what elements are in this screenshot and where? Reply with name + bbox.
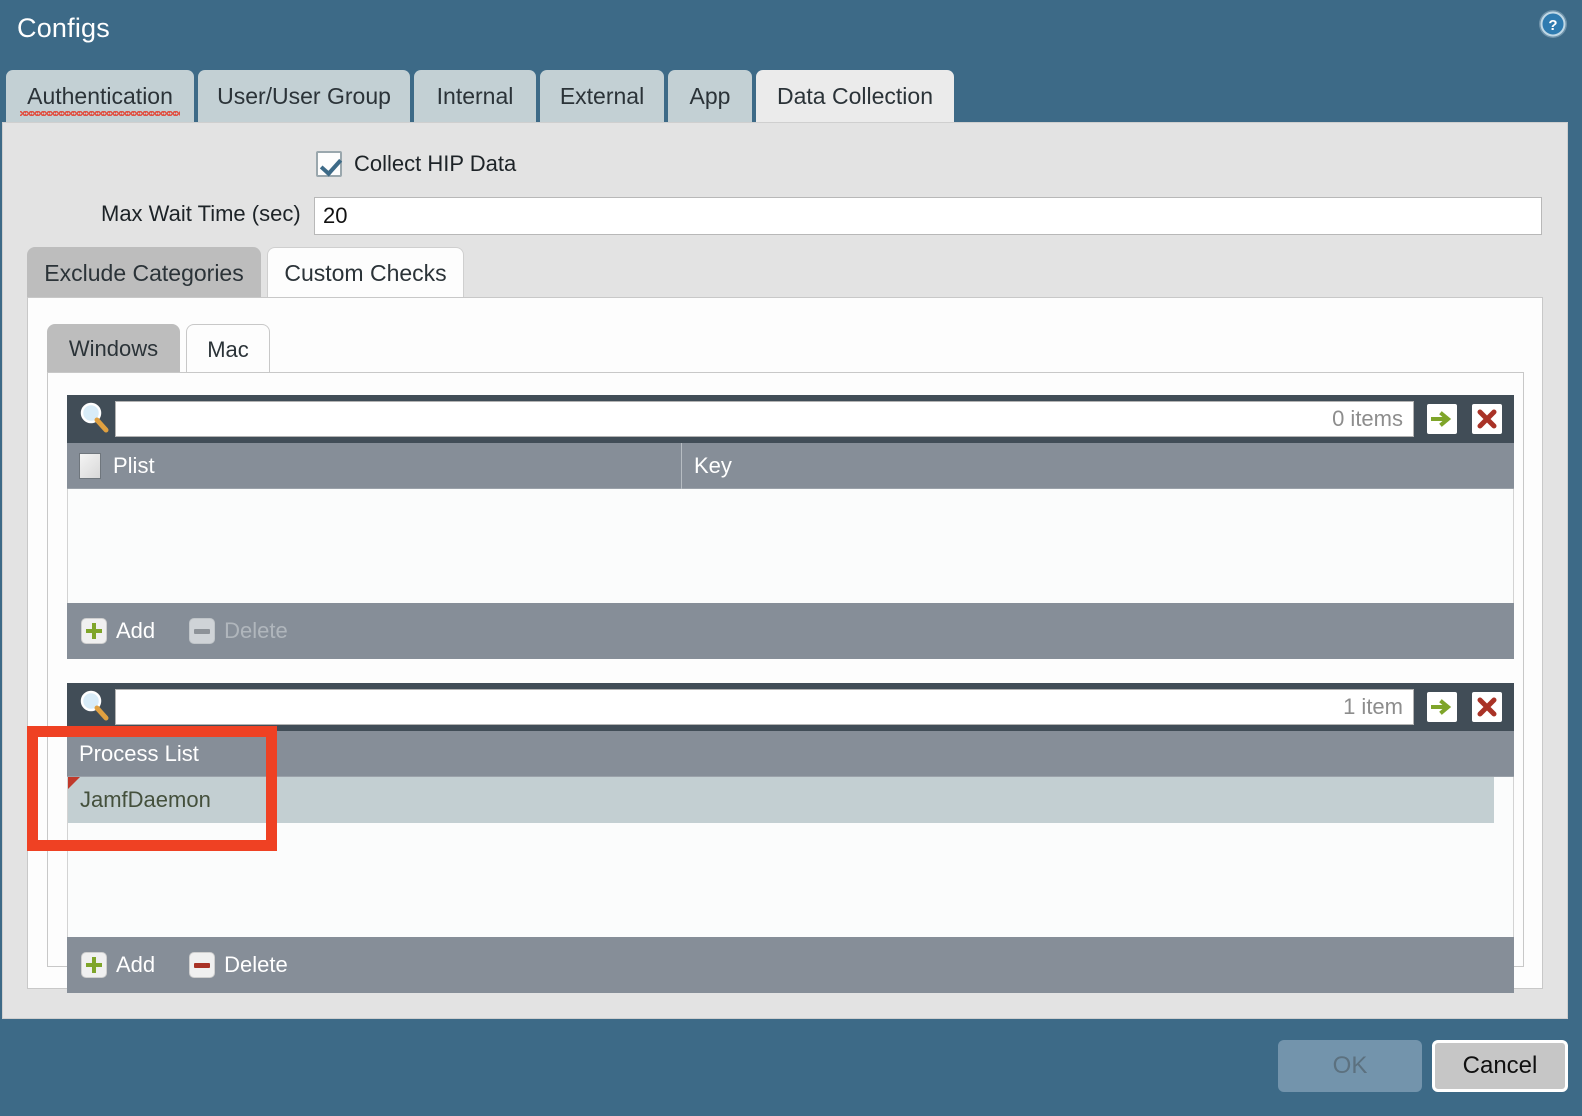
ok-button: OK (1278, 1040, 1422, 1092)
tab-data-collection[interactable]: Data Collection (756, 70, 954, 122)
process-delete-button[interactable]: Delete (189, 952, 288, 978)
os-tab-label: Windows (68, 336, 159, 361)
search-icon[interactable] (77, 399, 111, 439)
tab-external[interactable]: External (540, 70, 664, 122)
process-add-label: Add (116, 952, 156, 977)
collect-hip-data-row[interactable]: Collect HIP Data (316, 151, 516, 177)
tab-label: External (559, 82, 645, 109)
plist-grid-toolbar: 0 items (67, 395, 1514, 443)
arrow-right-icon[interactable] (1425, 402, 1459, 436)
process-list-grid-toolbar: 1 item (67, 683, 1514, 731)
column-header-plist[interactable]: Plist (101, 443, 681, 489)
close-x-icon[interactable] (1470, 402, 1504, 436)
process-list-grid-body[interactable]: JamfDaemon (67, 777, 1514, 937)
process-search-wrap: 1 item (73, 683, 1414, 731)
plist-grid-body[interactable] (67, 489, 1514, 603)
os-tab-label: Mac (207, 336, 249, 362)
process-add-button[interactable]: Add (81, 952, 155, 978)
tab-user-user-group[interactable]: User/User Group (198, 70, 410, 122)
tab-authentication[interactable]: Authentication (6, 70, 194, 122)
column-header-process-list[interactable]: Process List (67, 731, 1512, 777)
arrow-right-icon[interactable] (1425, 690, 1459, 724)
tab-label: Authentication (27, 82, 173, 109)
flag-triangle-icon (68, 777, 80, 789)
tab-label: App (689, 82, 731, 109)
collect-hip-data-checkbox[interactable] (316, 151, 342, 177)
data-collection-panel: Collect HIP Data Max Wait Time (sec) Exc… (2, 122, 1568, 1019)
minus-icon (189, 952, 216, 978)
dialog-title: Configs (17, 13, 110, 43)
minus-icon (189, 618, 216, 644)
tab-label: User/User Group (217, 82, 391, 109)
custom-checks-panel: Windows Mac 0 items Plist Key Add Delete… (27, 297, 1543, 993)
close-x-icon[interactable] (1470, 690, 1504, 724)
max-wait-time-input[interactable] (314, 197, 1542, 235)
tab-app[interactable]: App (668, 70, 752, 122)
os-tab-windows[interactable]: Windows (47, 324, 180, 374)
process-list-grid-header: Process List (67, 731, 1514, 777)
max-wait-time-label: Max Wait Time (sec) (101, 201, 301, 226)
process-name-cell[interactable]: JamfDaemon (68, 777, 211, 823)
process-list-grid-actions: Add Delete (67, 937, 1514, 993)
process-list-grid: 1 item Process List JamfDaemon Add Delet… (67, 683, 1514, 993)
os-tab-mac[interactable]: Mac (186, 324, 270, 374)
plist-grid: 0 items Plist Key Add Delete (67, 395, 1514, 659)
plist-delete-label: Delete (224, 618, 288, 643)
collect-hip-data-label: Collect HIP Data (354, 151, 517, 176)
mac-custom-checks-panel: 0 items Plist Key Add Delete 1 item Proc… (47, 372, 1524, 993)
process-item-count: 1 item (1343, 694, 1403, 719)
configs-dialog: Configs ? Authentication User/User Group… (0, 0, 1582, 1116)
subtab-label: Exclude Categories (44, 259, 244, 286)
tab-internal[interactable]: Internal (414, 70, 536, 122)
dialog-footer: OK Cancel (0, 1020, 1582, 1116)
svg-text:?: ? (1548, 17, 1557, 34)
subtab-custom-checks[interactable]: Custom Checks (267, 247, 464, 299)
process-search-input[interactable]: 1 item (115, 689, 1414, 725)
plist-add-label: Add (116, 618, 156, 643)
cancel-label: Cancel (1462, 1052, 1538, 1079)
plist-delete-button: Delete (189, 618, 288, 644)
plus-icon (81, 952, 107, 978)
help-circle-icon[interactable]: ? (1538, 9, 1568, 39)
process-delete-label: Delete (224, 952, 288, 977)
plist-grid-actions: Add Delete (67, 603, 1514, 659)
spellcheck-squiggle-icon (20, 111, 180, 116)
max-wait-time-row: Max Wait Time (sec) (3, 197, 1567, 235)
plist-search-wrap: 0 items (73, 395, 1414, 443)
search-icon[interactable] (77, 687, 111, 727)
tab-label: Internal (436, 82, 514, 109)
plist-search-input[interactable]: 0 items (115, 401, 1414, 437)
plist-grid-header: Plist Key (67, 442, 1514, 489)
select-all-checkbox[interactable] (79, 452, 101, 479)
cancel-button[interactable]: Cancel (1432, 1040, 1568, 1092)
table-row[interactable]: JamfDaemon (68, 777, 1494, 823)
tab-label: Data Collection (777, 82, 933, 109)
ok-label: OK (1332, 1052, 1368, 1079)
main-tab-bar: Authentication User/User Group Internal … (0, 70, 1582, 122)
column-header-key[interactable]: Key (681, 442, 1501, 489)
subtab-label: Custom Checks (284, 260, 447, 286)
dialog-titlebar: Configs ? (0, 0, 1582, 62)
subtab-exclude-categories[interactable]: Exclude Categories (27, 247, 261, 299)
plist-add-button[interactable]: Add (81, 618, 155, 644)
plist-item-count: 0 items (1332, 406, 1403, 431)
plus-icon (81, 618, 107, 644)
